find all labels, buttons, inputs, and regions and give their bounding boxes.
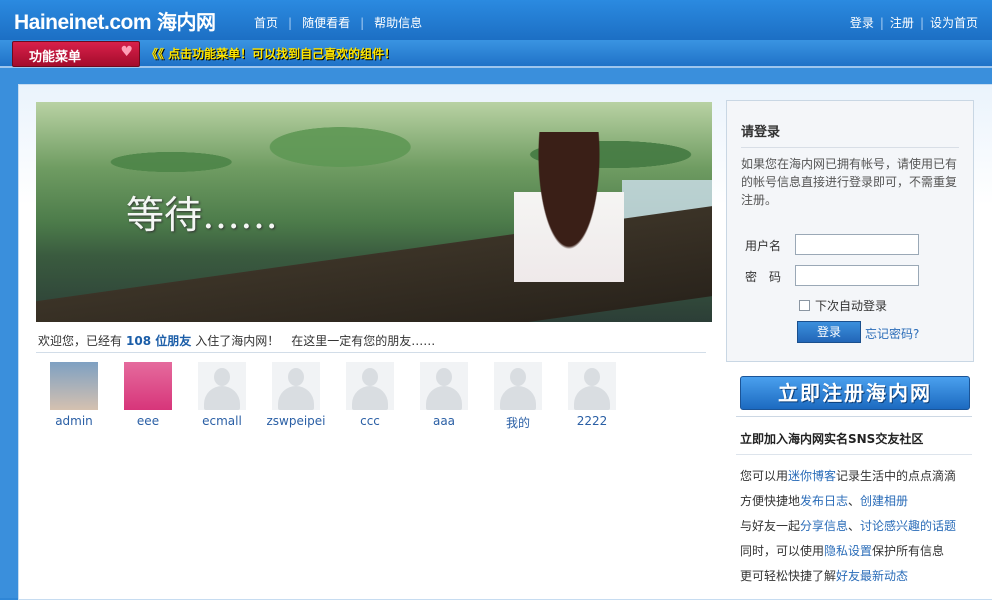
nav-separator: | xyxy=(288,16,293,30)
feature-link-blog[interactable]: 发布日志 xyxy=(800,494,848,508)
member-item[interactable]: 我的 xyxy=(488,362,548,431)
menu-bar: 功能菜单 ♥ 《《 点击功能菜单！可以找到自己喜欢的组件！ xyxy=(0,40,992,68)
forgot-password-link[interactable]: 忘记密码? xyxy=(865,325,919,342)
remember-me[interactable]: 下次自动登录 xyxy=(799,297,887,314)
remember-label: 下次自动登录 xyxy=(815,299,888,313)
nav-home[interactable]: 首页 xyxy=(254,16,278,30)
welcome-suffix: 入住了海内网！ 在这里一定有您的朋友…… xyxy=(195,334,436,348)
login-button[interactable]: 登录 xyxy=(797,321,861,343)
login-box: 请登录 如果您在海内网已拥有帐号，请使用已有的帐号信息直接进行登录即可，不需重复… xyxy=(726,100,974,362)
member-name[interactable]: 2222 xyxy=(562,414,622,428)
member-item[interactable]: aaa xyxy=(414,362,474,428)
divider xyxy=(736,454,972,455)
feature-link-share[interactable]: 分享信息 xyxy=(800,519,848,533)
remember-checkbox[interactable] xyxy=(799,300,810,311)
member-count-link[interactable]: 108 位朋友 xyxy=(126,334,191,348)
member-item[interactable]: eee xyxy=(118,362,178,428)
feature-text: 、 xyxy=(848,494,861,508)
nav-help[interactable]: 帮助信息 xyxy=(374,16,422,30)
feature-text: 同时，可以使用 xyxy=(740,544,825,558)
feature-text: 保护所有信息 xyxy=(872,544,945,558)
register-title: 立即加入海内网实名SNS交友社区 xyxy=(740,432,924,446)
link-separator: | xyxy=(879,16,884,30)
member-name[interactable]: admin xyxy=(44,414,104,428)
link-separator: | xyxy=(919,16,924,30)
function-menu-label: 功能菜单 xyxy=(29,50,82,65)
logo-cn: 海内网 xyxy=(157,12,216,34)
feature-link-privacy[interactable]: 隐私设置 xyxy=(824,544,872,558)
divider xyxy=(741,147,959,148)
logo-en: Haineinet.com xyxy=(14,11,152,34)
heart-icon: ♥ xyxy=(120,44,133,60)
feature-line: 方便快捷地发布日志、创建相册 xyxy=(740,492,908,509)
login-description: 如果您在海内网已拥有帐号，请使用已有的帐号信息直接进行登录即可，不需重复注册。 xyxy=(741,157,958,207)
divider xyxy=(36,352,706,353)
feature-link-album[interactable]: 创建相册 xyxy=(860,494,908,508)
divider xyxy=(736,416,972,417)
member-name[interactable]: ccc xyxy=(340,414,400,428)
feature-text: 方便快捷地 xyxy=(740,494,801,508)
avatar-placeholder-icon[interactable] xyxy=(198,362,246,410)
avatar-placeholder-icon[interactable] xyxy=(346,362,394,410)
menu-tip: 《《 点击功能菜单！可以找到自己喜欢的组件！ xyxy=(146,47,397,61)
login-link[interactable]: 登录 xyxy=(850,16,874,30)
avatar-placeholder-icon[interactable] xyxy=(494,362,542,410)
feature-text: 记录生活中的点点滴滴 xyxy=(836,469,957,483)
username-label: 用户名 xyxy=(745,239,782,253)
login-title: 请登录 xyxy=(741,125,781,140)
nav-separator: | xyxy=(360,16,365,30)
avatar[interactable] xyxy=(124,362,172,410)
feature-line: 更可轻松快捷了解好友最新动态 xyxy=(740,567,908,584)
banner-image: 等待…… xyxy=(36,102,712,322)
feature-text: 您可以用 xyxy=(740,469,789,483)
welcome-prefix: 欢迎您，已经有 xyxy=(38,334,123,348)
banner-caption: 等待…… xyxy=(126,193,279,237)
site-logo[interactable]: Haineinet.com 海内网 xyxy=(14,6,216,35)
feature-link-discuss[interactable]: 讨论感兴趣的话题 xyxy=(860,519,956,533)
feature-text: 、 xyxy=(848,519,861,533)
feature-line: 与好友一起分享信息、讨论感兴趣的话题 xyxy=(740,517,956,534)
member-name[interactable]: zswpeipei xyxy=(266,414,326,428)
top-bar: Haineinet.com 海内网 首页 | 随便看看 | 帮助信息 登录 | 注册 | 设为首页 xyxy=(0,0,992,40)
set-homepage-link[interactable]: 设为首页 xyxy=(930,16,978,30)
member-item[interactable]: ccc xyxy=(340,362,400,428)
welcome-text: 欢迎您，已经有 108 位朋友 入住了海内网！ 在这里一定有您的朋友…… xyxy=(38,332,435,349)
member-name[interactable]: aaa xyxy=(414,414,474,428)
password-input[interactable] xyxy=(795,265,919,286)
member-item[interactable]: zswpeipei xyxy=(266,362,326,428)
feature-text: 更可轻松快捷了解 xyxy=(740,569,837,583)
avatar[interactable] xyxy=(50,362,98,410)
feature-line: 同时，可以使用隐私设置保护所有信息 xyxy=(740,542,944,559)
avatar-placeholder-icon[interactable] xyxy=(420,362,468,410)
member-item[interactable]: ecmall xyxy=(192,362,252,428)
password-label: 密 码 xyxy=(745,270,782,284)
member-name[interactable]: 我的 xyxy=(488,414,548,431)
member-name[interactable]: eee xyxy=(118,414,178,428)
function-menu-button[interactable]: 功能菜单 ♥ xyxy=(12,41,140,67)
feature-link-miniblog[interactable]: 迷你博客 xyxy=(788,469,836,483)
register-link[interactable]: 注册 xyxy=(890,16,914,30)
member-item[interactable]: admin xyxy=(44,362,104,428)
main-nav: 首页 | 随便看看 | 帮助信息 xyxy=(254,14,422,31)
member-name[interactable]: ecmall xyxy=(192,414,252,428)
member-item[interactable]: 2222 xyxy=(562,362,622,428)
avatar-placeholder-icon[interactable] xyxy=(568,362,616,410)
feature-line: 您可以用迷你博客记录生活中的点点滴滴 xyxy=(740,467,956,484)
account-links: 登录 | 注册 | 设为首页 xyxy=(850,14,978,31)
banner-figure xyxy=(514,132,624,322)
register-now-button[interactable]: 立即注册海内网 xyxy=(740,376,970,410)
feature-text: 与好友一起 xyxy=(740,519,801,533)
avatar-placeholder-icon[interactable] xyxy=(272,362,320,410)
feature-link-feed[interactable]: 好友最新动态 xyxy=(836,569,908,583)
username-input[interactable] xyxy=(795,234,919,255)
nav-browse[interactable]: 随便看看 xyxy=(302,16,350,30)
